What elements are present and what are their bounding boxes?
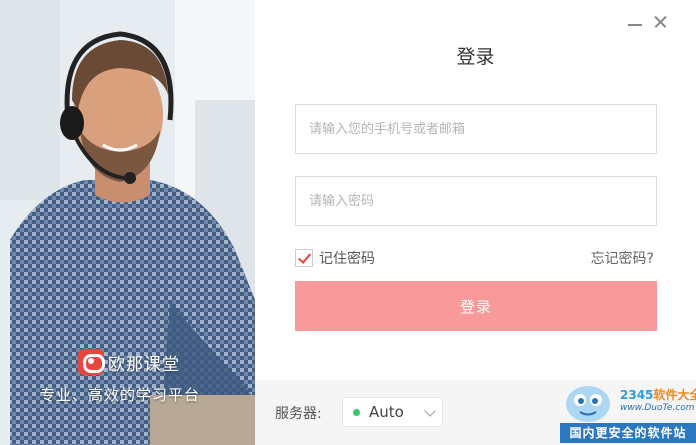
login-button[interactable]: 登录 [295, 281, 657, 331]
account-field-wrapper [295, 104, 657, 154]
server-status-icon [353, 408, 360, 416]
minimize-icon[interactable] [627, 14, 643, 30]
chevron-down-icon [424, 405, 436, 417]
watermark-brand-text: 软件大全 [653, 388, 696, 402]
watermark-brand-number: 2345 [620, 388, 654, 402]
server-value: Auto [369, 403, 404, 421]
remember-checkbox[interactable] [295, 249, 313, 267]
watermark-mascot-icon [566, 386, 610, 422]
brand-logo-icon [78, 349, 105, 375]
promo-panel: 欧那课堂 专业、高效的学习平台 [0, 0, 255, 445]
watermark: 2345软件大全 www.DuoTe.com 国内更安全的软件站 [558, 378, 696, 445]
account-input[interactable] [296, 105, 656, 153]
promo-photo [0, 0, 255, 445]
slogan: 专业、高效的学习平台 [40, 386, 201, 404]
server-select[interactable]: Auto [342, 397, 443, 427]
remember-label: 记住密码 [319, 251, 375, 267]
page-title: 登录 [456, 46, 495, 68]
watermark-url: www.DuoTe.com [620, 403, 695, 413]
watermark-tagline: 国内更安全的软件站 [560, 423, 696, 443]
password-input[interactable] [296, 177, 656, 225]
server-label: 服务器: [275, 406, 322, 422]
forgot-password-link[interactable]: 忘记密码? [591, 248, 654, 268]
remember-password[interactable]: 记住密码 [295, 248, 375, 268]
watermark-brand: 2345软件大全 [620, 386, 696, 403]
password-field-wrapper [295, 176, 657, 226]
close-icon[interactable] [653, 14, 669, 30]
brand-name: 欧那课堂 [108, 354, 180, 375]
brand: 欧那课堂 [78, 349, 180, 375]
